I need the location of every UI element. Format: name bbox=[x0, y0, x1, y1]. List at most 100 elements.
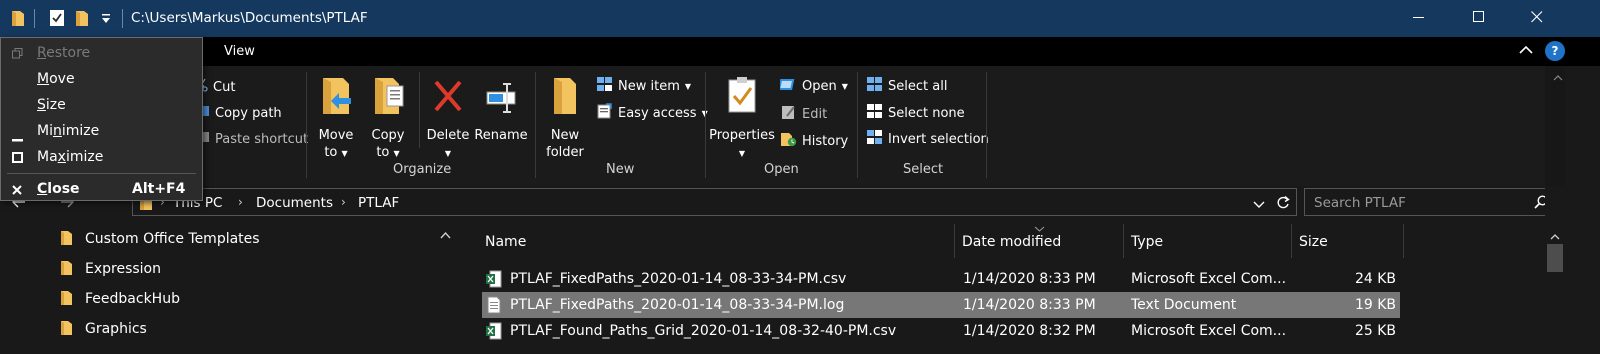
column-separator[interactable] bbox=[954, 224, 955, 258]
column-separator[interactable] bbox=[1123, 224, 1124, 258]
dropdown-caret-icon: ▼ bbox=[738, 149, 746, 158]
column-header-type[interactable]: Type bbox=[1131, 234, 1163, 250]
copy-path-button[interactable]: Copy path bbox=[200, 104, 282, 122]
select-none-icon bbox=[866, 103, 883, 123]
easy-access-icon bbox=[596, 103, 613, 123]
edit-button[interactable]: Edit bbox=[780, 104, 827, 124]
select-none-button[interactable]: Select none bbox=[866, 103, 965, 123]
navigation-pane: Custom Office Templates Expression Feedb… bbox=[0, 220, 461, 354]
title-separator bbox=[122, 9, 123, 28]
scroll-up-arrow-icon[interactable] bbox=[1553, 70, 1563, 85]
system-menu: Restore Move Size Minimize Maximize Clos… bbox=[0, 37, 203, 201]
search-box[interactable]: Search PTLAF bbox=[1304, 188, 1558, 216]
history-button[interactable]: History bbox=[780, 131, 848, 151]
folder-icon bbox=[60, 229, 73, 250]
menu-item-size[interactable]: Size bbox=[1, 93, 202, 119]
help-icon[interactable]: ? bbox=[1545, 41, 1565, 61]
properties-check-icon[interactable] bbox=[49, 9, 65, 31]
breadcrumb-documents[interactable]: Documents bbox=[256, 195, 333, 211]
breadcrumb-separator-icon[interactable]: › bbox=[238, 195, 243, 209]
excel-csv-icon bbox=[486, 270, 502, 292]
window-right-edge bbox=[1565, 66, 1600, 354]
breadcrumb-separator-icon[interactable]: › bbox=[341, 195, 346, 209]
file-date-modified: 1/14/2020 8:33 PM bbox=[963, 271, 1096, 287]
open-icon bbox=[778, 76, 797, 96]
scroll-up-arrow-icon[interactable] bbox=[1550, 229, 1560, 244]
scroll-up-arrow-icon[interactable] bbox=[440, 228, 451, 243]
menu-item-minimize[interactable]: Minimize bbox=[1, 119, 202, 145]
close-button[interactable] bbox=[1514, 0, 1560, 37]
history-icon bbox=[780, 131, 797, 151]
breadcrumb-ptlaf[interactable]: PTLAF bbox=[358, 195, 399, 211]
file-row[interactable]: PTLAF_Found_Paths_Grid_2020-01-14_08-32-… bbox=[482, 318, 1400, 344]
file-size: 24 KB bbox=[1354, 271, 1396, 287]
delete-x-icon bbox=[426, 76, 470, 121]
invert-selection-button[interactable]: Invert selection bbox=[866, 129, 989, 149]
copy-to-button[interactable]: Copy to ▼ bbox=[366, 76, 410, 162]
address-history-dropdown-icon[interactable] bbox=[1253, 198, 1265, 213]
folder-icon[interactable] bbox=[11, 9, 25, 31]
restore-icon bbox=[12, 48, 23, 63]
customize-dropdown-icon[interactable] bbox=[101, 13, 111, 29]
easy-access-button[interactable]: Easy access ▼ bbox=[596, 103, 708, 123]
window-title-path: C:\Users\Markus\Documents\PTLAF bbox=[131, 10, 368, 26]
file-name: PTLAF_Found_Paths_Grid_2020-01-14_08-32-… bbox=[510, 323, 897, 339]
new-item-icon bbox=[596, 76, 613, 96]
title-separator bbox=[34, 9, 35, 28]
folder-icon bbox=[60, 259, 73, 280]
open-button[interactable]: Open ▼ bbox=[778, 76, 848, 96]
copy-to-icon bbox=[366, 76, 410, 121]
close-icon bbox=[1531, 10, 1543, 27]
column-separator[interactable] bbox=[1403, 224, 1404, 258]
menu-item-close[interactable]: Close Alt+F4 bbox=[1, 177, 202, 203]
new-folder-button[interactable]: New folder bbox=[543, 76, 587, 161]
select-all-button[interactable]: Select all bbox=[866, 76, 947, 96]
nav-item-graphics[interactable]: Graphics bbox=[60, 316, 147, 342]
address-bar[interactable]: › This PC › Documents › PTLAF bbox=[132, 188, 1297, 216]
delete-button[interactable]: Delete ▼ bbox=[426, 76, 470, 162]
file-row[interactable]: PTLAF_FixedPaths_2020-01-14_08-33-34-PM.… bbox=[482, 266, 1400, 292]
close-accelerator: Alt+F4 bbox=[132, 181, 186, 197]
menu-item-maximize[interactable]: Maximize bbox=[1, 145, 202, 171]
group-label-select: Select bbox=[903, 162, 944, 177]
menu-item-restore[interactable]: Restore bbox=[1, 41, 202, 67]
maximize-icon bbox=[12, 152, 23, 167]
vertical-scrollbar[interactable] bbox=[1545, 186, 1565, 354]
rename-button[interactable]: Rename bbox=[474, 76, 528, 144]
tab-view[interactable]: View bbox=[224, 44, 255, 59]
group-separator bbox=[535, 72, 536, 178]
minimize-button[interactable] bbox=[1396, 0, 1442, 37]
new-item-button[interactable]: New item ▼ bbox=[596, 76, 691, 96]
invert-selection-icon bbox=[866, 129, 883, 149]
column-separator[interactable] bbox=[1291, 224, 1292, 258]
group-separator bbox=[857, 72, 858, 178]
properties-icon bbox=[709, 76, 775, 121]
file-row-selected[interactable]: PTLAF_FixedPaths_2020-01-14_08-33-34-PM.… bbox=[482, 292, 1400, 318]
file-type: Microsoft Excel Com... bbox=[1131, 323, 1287, 339]
menu-item-move[interactable]: Move bbox=[1, 67, 202, 93]
title-bar[interactable]: C:\Users\Markus\Documents\PTLAF bbox=[0, 0, 1600, 37]
edit-icon bbox=[780, 104, 797, 124]
paste-shortcut-button[interactable]: Paste shortcut bbox=[200, 130, 308, 148]
column-header-size[interactable]: Size bbox=[1299, 234, 1328, 250]
column-header-name[interactable]: Name bbox=[485, 234, 526, 250]
group-separator bbox=[306, 72, 307, 178]
nav-item-expression[interactable]: Expression bbox=[60, 256, 161, 282]
search-placeholder: Search PTLAF bbox=[1314, 195, 1406, 211]
properties-button[interactable]: Properties ▼ bbox=[709, 76, 775, 162]
menu-separator bbox=[7, 173, 196, 174]
close-icon bbox=[12, 184, 22, 199]
nav-item-custom-office-templates[interactable]: Custom Office Templates bbox=[60, 226, 260, 252]
new-folder-icon[interactable] bbox=[75, 9, 89, 31]
file-size: 19 KB bbox=[1354, 297, 1396, 313]
text-document-icon bbox=[486, 296, 502, 318]
new-folder-icon bbox=[543, 76, 587, 121]
scrollbar-thumb[interactable] bbox=[1547, 244, 1563, 272]
chevron-up-icon[interactable] bbox=[1519, 43, 1533, 61]
column-header-date-modified[interactable]: Date modified bbox=[962, 234, 1061, 250]
nav-item-feedbackhub[interactable]: FeedbackHub bbox=[60, 286, 180, 312]
dropdown-caret-icon: ▼ bbox=[444, 149, 452, 158]
move-to-button[interactable]: Move to ▼ bbox=[314, 76, 358, 162]
maximize-button[interactable] bbox=[1456, 0, 1502, 37]
refresh-icon[interactable] bbox=[1276, 195, 1290, 214]
